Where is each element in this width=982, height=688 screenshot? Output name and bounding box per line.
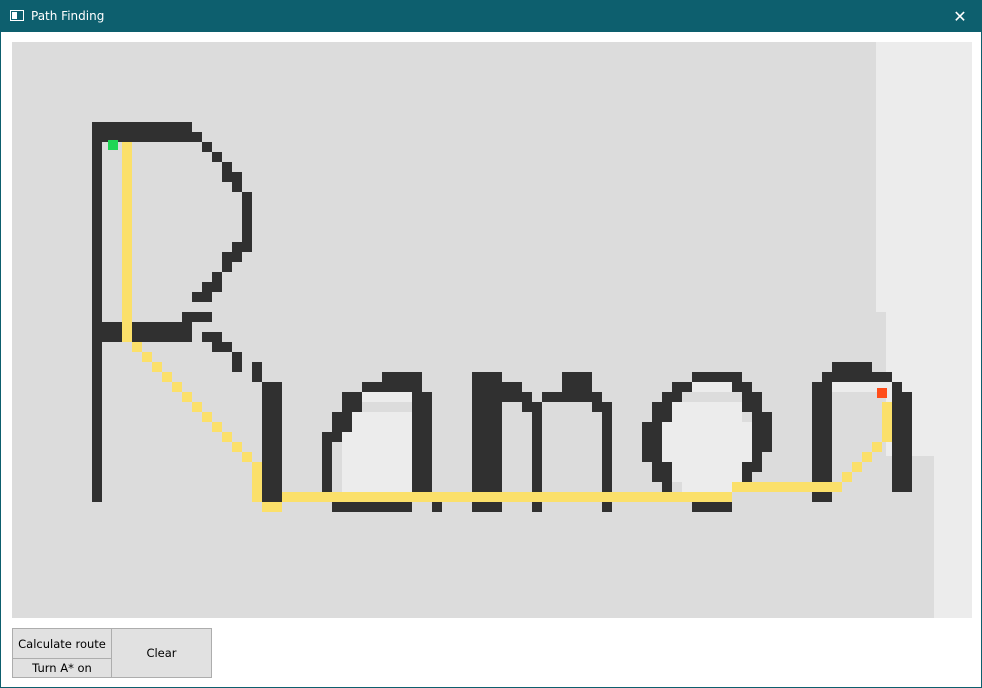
wall-cell: [252, 362, 262, 382]
wall-cell: [382, 372, 422, 382]
wall-cell: [542, 392, 562, 402]
wall-cell: [352, 502, 412, 512]
wall-cell: [812, 382, 832, 392]
wall-cell: [562, 382, 592, 402]
wall-cell: [592, 392, 602, 412]
grid-canvas[interactable]: [12, 42, 972, 618]
wall-cell: [232, 172, 242, 192]
wall-cell: [422, 392, 432, 492]
wall-cell: [202, 282, 222, 292]
free-region: [876, 312, 886, 618]
start-cell[interactable]: [108, 140, 118, 150]
wall-cell: [222, 162, 232, 182]
wall-cell: [832, 362, 872, 372]
wall-cell: [262, 382, 282, 512]
wall-cell: [892, 382, 902, 392]
wall-cell: [692, 372, 742, 382]
path-cell: [862, 452, 872, 462]
wall-cell: [222, 252, 232, 272]
wall-cell: [102, 322, 192, 342]
wall-cell: [202, 332, 222, 342]
wall-cell: [232, 352, 242, 372]
letter-interior: [692, 382, 732, 392]
wall-cell: [92, 122, 102, 502]
wall-cell: [192, 292, 212, 302]
letter-interior: [672, 402, 742, 422]
path-cell: [262, 502, 282, 512]
letter-interior: [342, 432, 412, 492]
wall-cell: [742, 392, 762, 412]
app-window: Path Finding ✕ Calculate route Turn A* o…: [0, 0, 982, 688]
wall-cell: [242, 192, 252, 252]
path-cell: [282, 492, 732, 502]
path-cell: [882, 402, 892, 442]
wall-cell: [892, 392, 912, 492]
path-cell: [132, 342, 142, 352]
wall-cell: [232, 242, 242, 262]
letter-interior: [662, 422, 752, 462]
app-window-icon: [10, 10, 24, 21]
wall-cell: [732, 382, 752, 392]
path-cell: [222, 432, 232, 442]
wall-cell: [642, 422, 662, 462]
letter-interior: [362, 392, 412, 402]
path-cell: [122, 332, 132, 342]
wall-cell: [752, 412, 772, 452]
astar-toggle-button[interactable]: Turn A* on: [12, 658, 112, 678]
path-cell: [192, 402, 202, 412]
path-cell: [172, 382, 182, 392]
clear-button[interactable]: Clear: [111, 628, 212, 678]
letter-interior: [352, 412, 412, 432]
wall-cell: [502, 382, 522, 402]
wall-cell: [202, 142, 212, 152]
path-cell: [732, 482, 842, 492]
wall-cell: [342, 392, 362, 412]
path-cell: [142, 352, 152, 362]
wall-cell: [182, 132, 202, 142]
close-icon[interactable]: ✕: [945, 1, 975, 32]
title-bar: Path Finding ✕: [1, 1, 981, 32]
path-cell: [852, 462, 862, 472]
wall-cell: [822, 372, 892, 382]
path-cell: [162, 372, 172, 382]
path-cell: [182, 392, 192, 402]
wall-cell: [102, 122, 192, 142]
window-title: Path Finding: [31, 9, 105, 23]
wall-cell: [652, 402, 672, 422]
path-cell: [232, 442, 242, 452]
path-cell: [252, 462, 262, 502]
path-cell: [212, 422, 222, 432]
path-cell: [202, 412, 212, 422]
letter-interior: [682, 482, 732, 492]
wall-cell: [212, 152, 222, 162]
end-cell[interactable]: [877, 388, 887, 398]
path-cell: [152, 362, 162, 372]
wall-cell: [662, 472, 672, 492]
wall-cell: [182, 312, 212, 322]
calculate-route-button[interactable]: Calculate route: [12, 628, 112, 659]
letter-interior: [672, 462, 742, 482]
wall-cell: [522, 392, 532, 412]
path-cell: [872, 442, 882, 452]
wall-cell: [322, 432, 332, 502]
path-cell: [242, 452, 252, 462]
wall-cell: [692, 502, 732, 512]
path-cell: [122, 142, 132, 342]
wall-cell: [472, 372, 502, 382]
wall-cell: [562, 372, 592, 382]
wall-cell: [412, 382, 422, 502]
wall-cell: [212, 342, 232, 352]
pathfinding-grid[interactable]: [12, 42, 972, 618]
path-cell: [842, 472, 852, 482]
